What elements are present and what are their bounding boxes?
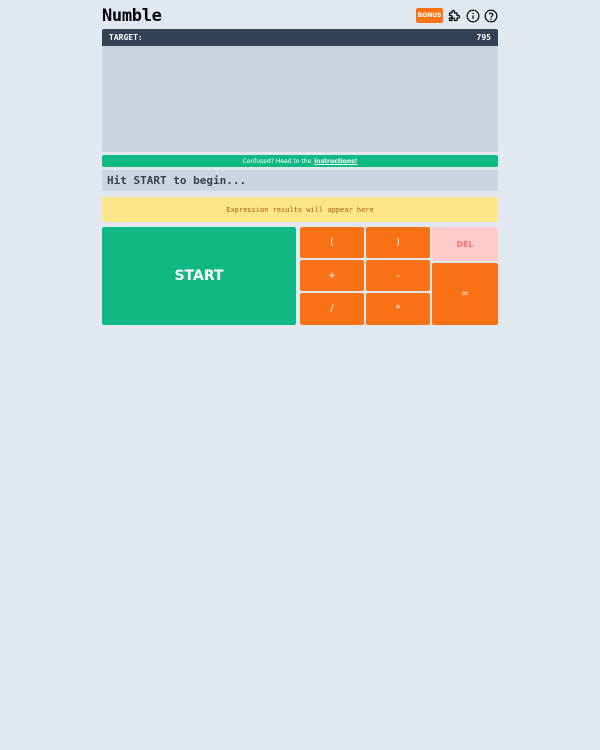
header: Numble BONUS [102, 2, 498, 29]
header-actions: BONUS [416, 8, 498, 23]
equals-key[interactable]: = [432, 263, 498, 325]
target-value: 795 [476, 33, 491, 42]
instructions-prefix: Confused? Head to the [242, 157, 312, 165]
game-board [102, 46, 498, 152]
multiply-key[interactable]: * [366, 293, 430, 325]
info-icon[interactable] [465, 8, 480, 23]
help-icon[interactable] [483, 8, 498, 23]
result-box: Expression results will appear here [102, 197, 498, 222]
target-label: TARGET: [109, 33, 143, 42]
del-key[interactable]: DEL [432, 227, 498, 261]
instructions-link[interactable]: instructions! [314, 158, 357, 165]
controls: START ( ) DEL + - = / * [102, 227, 498, 325]
instructions-banner: Confused? Head to the instructions! [102, 155, 498, 167]
bonus-button[interactable]: BONUS [416, 8, 443, 23]
plus-key[interactable]: + [300, 260, 364, 291]
numble-app: Numble BONUS TARGET: 795 Confused? Head … [102, 0, 498, 325]
target-bar: TARGET: 795 [102, 29, 498, 46]
divide-key[interactable]: / [300, 293, 364, 325]
app-title: Numble [102, 5, 162, 26]
start-button[interactable]: START [102, 227, 296, 325]
open-paren-key[interactable]: ( [300, 227, 364, 258]
expression-input[interactable]: Hit START to begin... [102, 170, 498, 191]
puzzle-icon[interactable] [447, 8, 462, 23]
minus-key[interactable]: - [366, 260, 430, 291]
close-paren-key[interactable]: ) [366, 227, 430, 258]
